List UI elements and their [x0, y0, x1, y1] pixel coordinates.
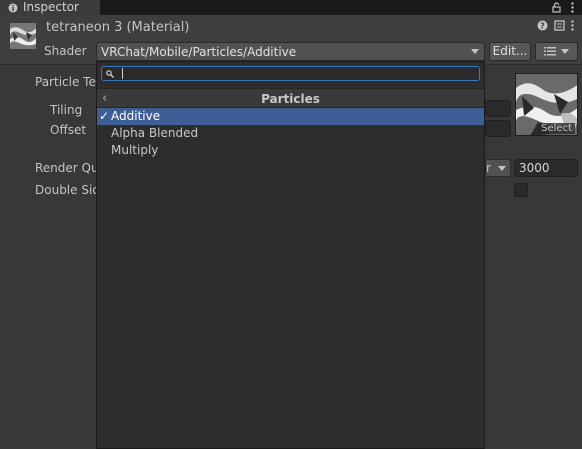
- category-title: Particles: [261, 92, 320, 106]
- chevron-down-icon: [498, 166, 506, 171]
- text-cursor: [122, 68, 123, 79]
- offset-y-field[interactable]: [485, 120, 511, 137]
- render-queue-label: Render Qu: [35, 161, 99, 175]
- tiling-label: Tiling: [50, 103, 83, 117]
- shader-selector-popup: ‹ Particles ✓ Additive Alpha Blended Mult…: [96, 61, 485, 449]
- chevron-down-icon: [561, 48, 569, 54]
- shader-value: VRChat/Mobile/Particles/Additive: [101, 44, 297, 59]
- material-thumbnail: [10, 23, 36, 49]
- preset-icon[interactable]: [554, 20, 565, 31]
- render-queue-mode-dropdown[interactable]: r: [485, 159, 511, 177]
- tab-bar: Inspector: [0, 0, 582, 15]
- render-queue-mode-text: r: [486, 161, 491, 175]
- list-icon: [544, 47, 556, 56]
- info-icon: [8, 3, 18, 12]
- checkmark-icon: ✓: [98, 109, 110, 123]
- render-queue-value[interactable]: 3000: [514, 159, 578, 177]
- texture-slot[interactable]: Select: [515, 73, 578, 136]
- tiling-y-field[interactable]: [485, 100, 511, 117]
- double-sided-checkbox[interactable]: [514, 183, 528, 197]
- option-label: Multiply: [111, 143, 159, 157]
- edit-shader-button[interactable]: Edit...: [489, 42, 531, 61]
- tab-label: Inspector: [23, 0, 79, 14]
- option-label: Additive: [111, 109, 161, 123]
- chevron-down-icon: [471, 49, 479, 54]
- double-sided-label: Double Sid: [35, 183, 100, 197]
- offset-label: Offset: [50, 123, 87, 137]
- shader-label: Shader: [44, 44, 87, 58]
- particle-texture-label: Particle Te: [35, 75, 96, 89]
- search-field[interactable]: [101, 66, 480, 81]
- material-title: tetraneon 3 (Material): [46, 20, 190, 35]
- option-label: Alpha Blended: [111, 126, 199, 140]
- more-icon[interactable]: [571, 20, 574, 31]
- options-menu-button[interactable]: [535, 42, 578, 61]
- svg-text:?: ?: [540, 22, 545, 31]
- shader-option-alpha-blended[interactable]: Alpha Blended: [97, 125, 484, 142]
- tab-inspector[interactable]: Inspector: [0, 0, 100, 15]
- help-icon[interactable]: ?: [537, 20, 548, 31]
- shader-option-additive[interactable]: ✓ Additive: [97, 108, 484, 125]
- lock-icon[interactable]: [552, 2, 561, 13]
- material-header: tetraneon 3 (Material) ? Shader VRChat/M…: [0, 15, 582, 65]
- search-icon: [106, 69, 114, 78]
- more-icon[interactable]: [571, 2, 574, 13]
- shader-option-multiply[interactable]: Multiply: [97, 142, 484, 159]
- texture-select-button[interactable]: Select: [538, 123, 575, 134]
- shader-dropdown[interactable]: VRChat/Mobile/Particles/Additive: [96, 42, 485, 61]
- category-header: ‹ Particles: [97, 88, 484, 108]
